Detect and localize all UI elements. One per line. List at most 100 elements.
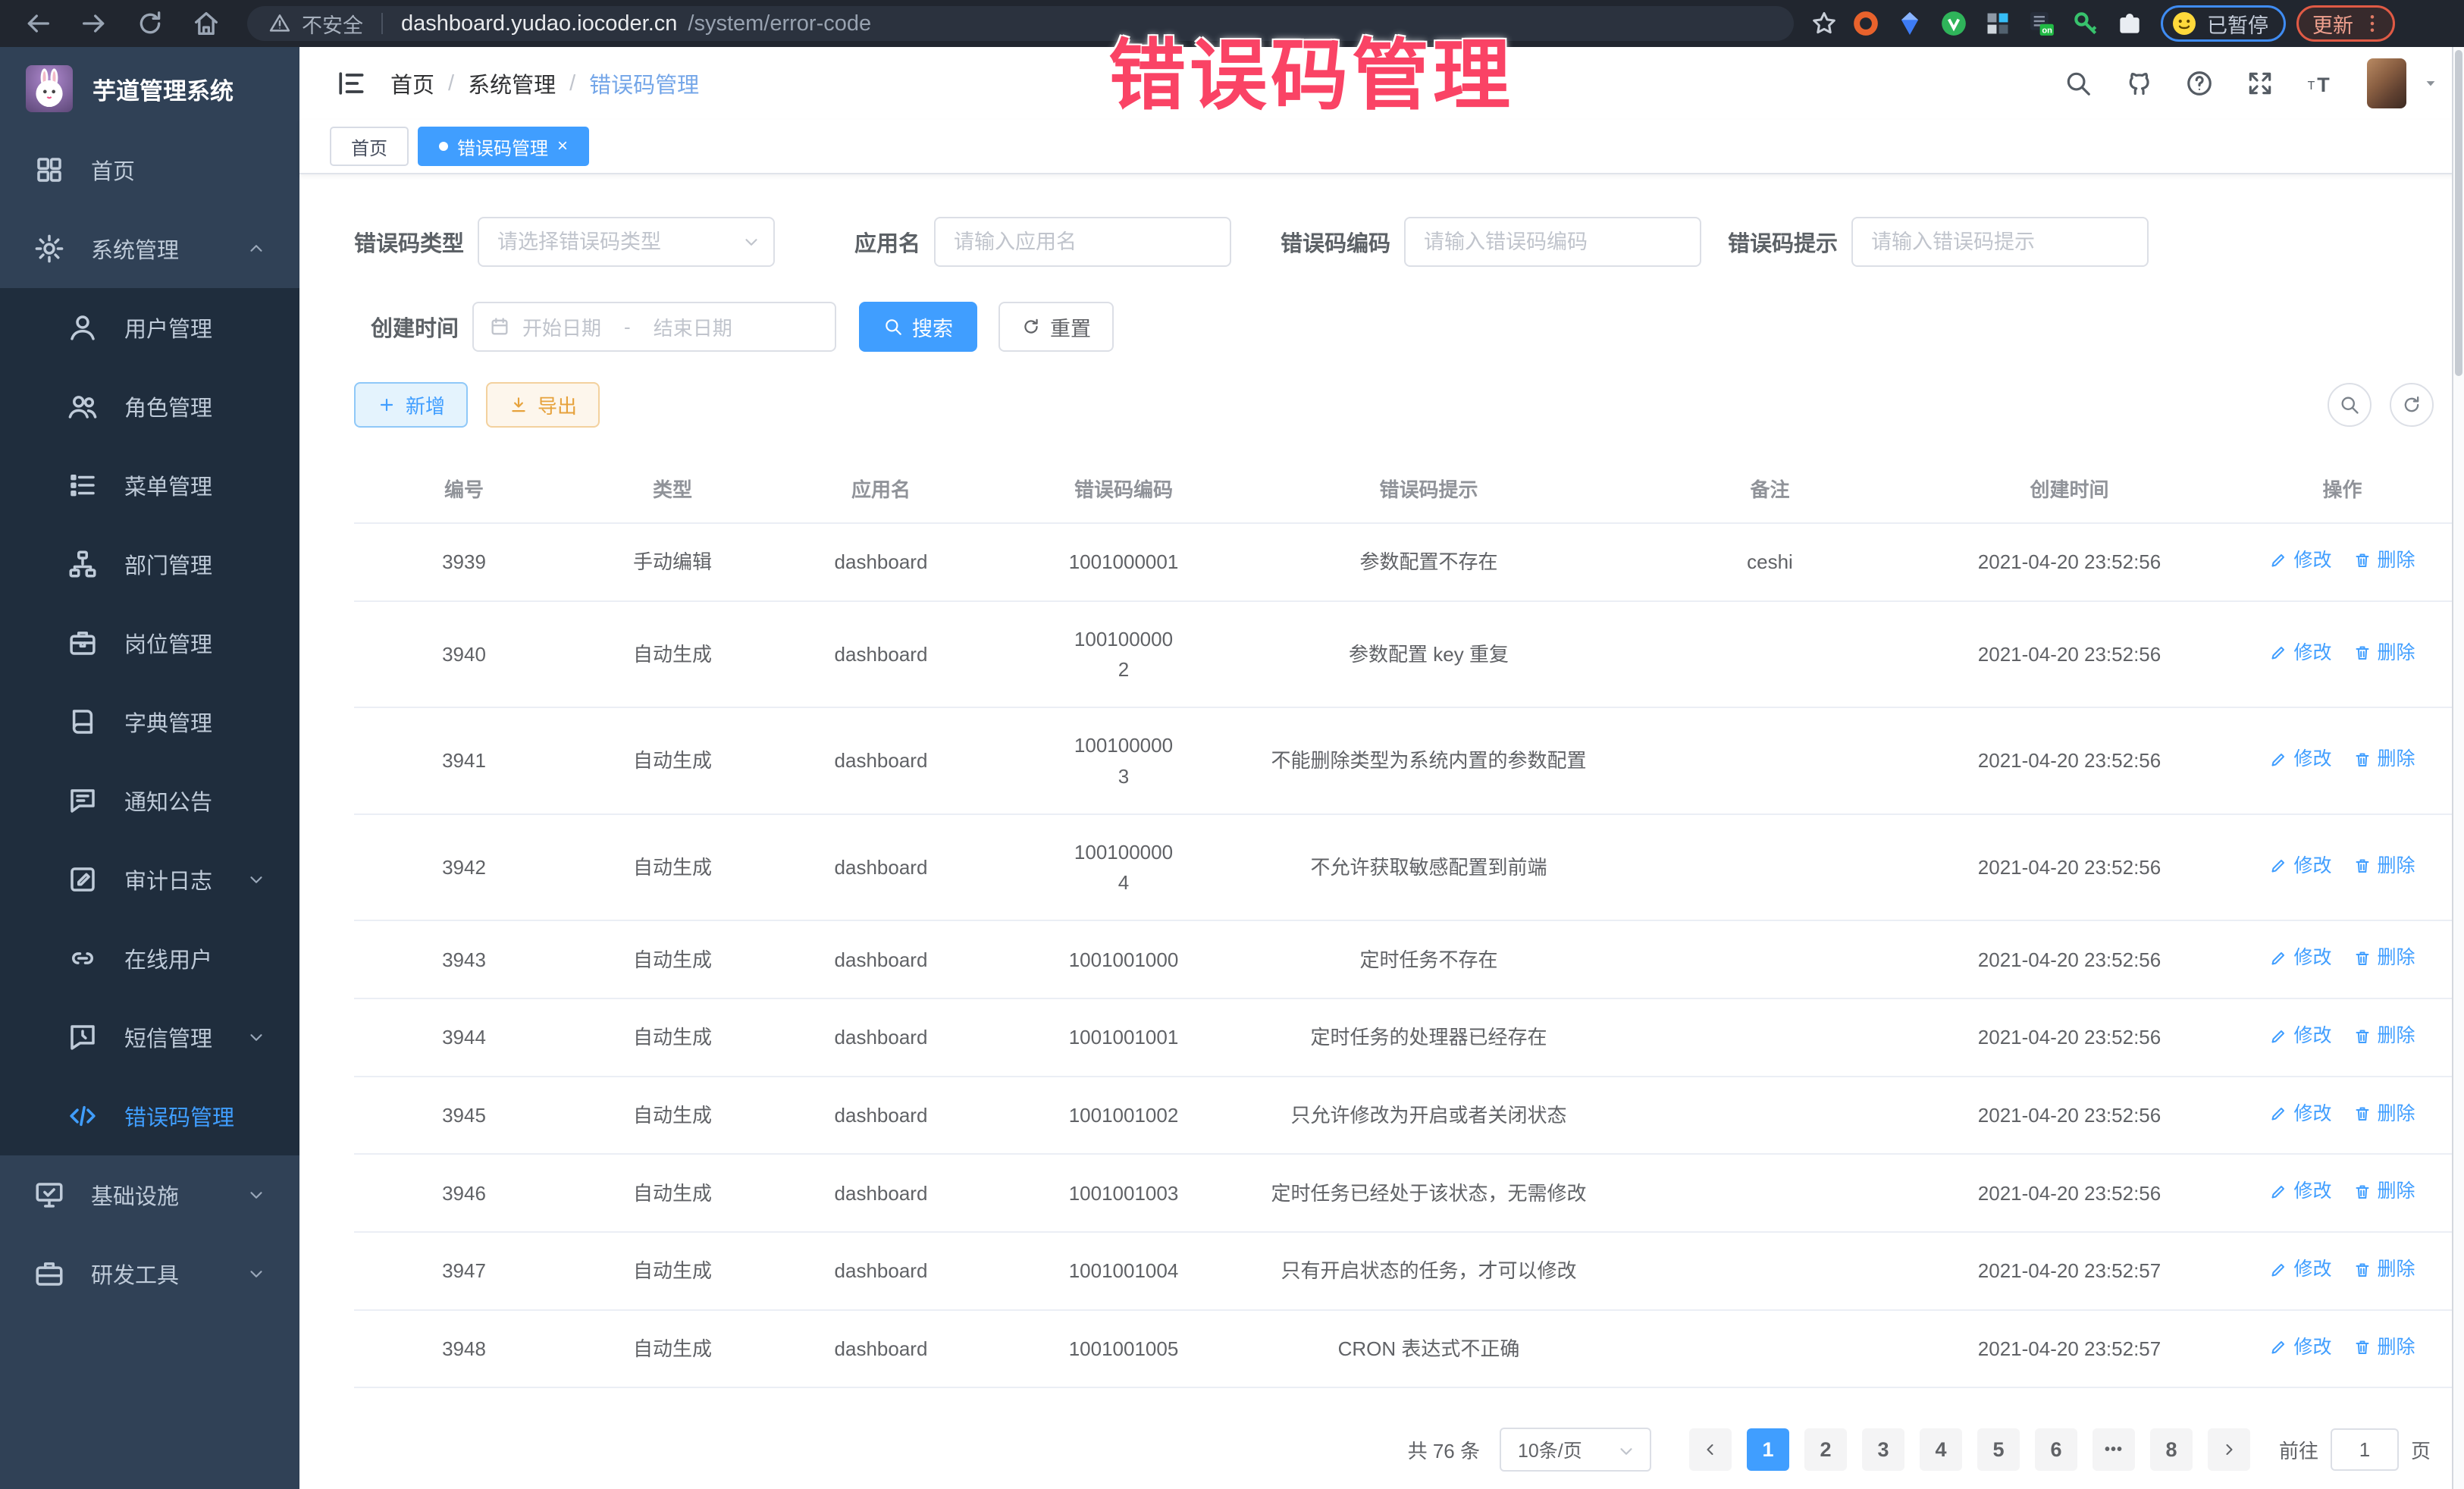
address-bar[interactable]: 不安全 dashboard.yudao.iocoder.cn/system/er… <box>247 6 1794 41</box>
paused-extension-badge[interactable]: 已暂停 <box>2161 5 2286 42</box>
edit-link[interactable]: 修改 <box>2269 1255 2331 1284</box>
edit-link[interactable]: 修改 <box>2269 546 2331 575</box>
cell-memo <box>1601 1310 1939 1388</box>
security-label[interactable]: 不安全 <box>302 9 363 39</box>
page-size-select[interactable]: 10条/页 <box>1500 1428 1651 1472</box>
edit-link[interactable]: 修改 <box>2269 851 2331 881</box>
update-label: 更新 <box>2312 9 2353 39</box>
edit-link[interactable]: 修改 <box>2269 1099 2331 1129</box>
sidebar-item-sms[interactable]: 短信管理 <box>0 998 299 1077</box>
delete-link[interactable]: 删除 <box>2353 851 2415 881</box>
forward-icon[interactable] <box>79 8 109 39</box>
date-start-placeholder[interactable]: 开始日期 <box>522 313 601 341</box>
reset-button[interactable]: 重置 <box>998 302 1114 352</box>
home-icon[interactable] <box>191 8 221 39</box>
bookmark-star-icon[interactable] <box>1810 10 1838 37</box>
edit-link[interactable]: 修改 <box>2269 1333 2331 1362</box>
filter-text-input[interactable] <box>1851 217 2149 267</box>
delete-link[interactable]: 删除 <box>2353 744 2415 774</box>
delete-link[interactable]: 删除 <box>2353 1021 2415 1051</box>
font-size-icon[interactable]: TT <box>2306 69 2335 98</box>
sidebar-item-online[interactable]: 在线用户 <box>0 919 299 998</box>
refresh-icon[interactable] <box>135 8 165 39</box>
prev-page-button[interactable] <box>1689 1428 1732 1471</box>
date-end-placeholder[interactable]: 结束日期 <box>654 313 732 341</box>
refresh-table-button[interactable] <box>2390 383 2434 427</box>
tab-error-code[interactable]: 错误码管理 × <box>418 127 589 166</box>
next-page-button[interactable] <box>2208 1428 2250 1471</box>
help-icon[interactable] <box>2185 69 2214 98</box>
page-button-3[interactable]: 3 <box>1862 1428 1904 1471</box>
github-icon[interactable] <box>2124 69 2153 98</box>
add-button[interactable]: 新增 <box>354 382 468 428</box>
blue-gem-extension-icon[interactable] <box>1895 9 1924 38</box>
green-check-extension-icon[interactable] <box>1939 9 1968 38</box>
proxy-on-extension-icon[interactable]: on <box>2027 9 2056 38</box>
orange-ring-extension-icon[interactable] <box>1851 9 1880 38</box>
delete-link[interactable]: 删除 <box>2353 546 2415 575</box>
sidebar-item-notice[interactable]: 通知公告 <box>0 761 299 840</box>
close-icon[interactable]: × <box>557 137 568 155</box>
delete-link[interactable]: 删除 <box>2353 638 2415 668</box>
chevron-down-icon[interactable] <box>2423 76 2438 91</box>
edit-link[interactable]: 修改 <box>2269 1177 2331 1206</box>
edit-link[interactable]: 修改 <box>2269 638 2331 668</box>
browser-update-button[interactable]: 更新 <box>2296 5 2395 42</box>
show-search-button[interactable] <box>2328 383 2372 427</box>
edit-link[interactable]: 修改 <box>2269 744 2331 774</box>
page-button-1[interactable]: 1 <box>1747 1428 1789 1471</box>
date-range-picker[interactable]: 开始日期 - 结束日期 <box>472 302 836 352</box>
green-key-extension-icon[interactable] <box>2071 9 2100 38</box>
goto-page-input[interactable] <box>2331 1428 2399 1471</box>
sidebar-item-system[interactable]: 系统管理 <box>0 209 299 288</box>
puzzle-extension-icon[interactable] <box>2115 9 2144 38</box>
breadcrumb-home[interactable]: 首页 <box>390 67 434 99</box>
blue-tiles-extension-icon[interactable] <box>1983 9 2012 38</box>
sidebar-item-dict[interactable]: 字典管理 <box>0 682 299 761</box>
cell-app: dashboard <box>771 1232 991 1310</box>
back-icon[interactable] <box>23 8 53 39</box>
export-button[interactable]: 导出 <box>486 382 600 428</box>
delete-link[interactable]: 删除 <box>2353 1099 2415 1129</box>
sidebar-item-home[interactable]: 首页 <box>0 130 299 209</box>
page-button-2[interactable]: 2 <box>1804 1428 1847 1471</box>
error-code-type-select[interactable] <box>478 217 775 267</box>
cell-type: 自动生成 <box>574 814 771 921</box>
goto-label: 前往 <box>2279 1436 2318 1464</box>
filter-text-input[interactable] <box>1404 217 1701 267</box>
sidebar-item-user[interactable]: 用户管理 <box>0 288 299 367</box>
sidebar-item-devtool[interactable]: 研发工具 <box>0 1234 299 1313</box>
sidebar-item-errcode[interactable]: 错误码管理 <box>0 1077 299 1155</box>
scrollbar[interactable] <box>2452 47 2464 1489</box>
page-button-6[interactable]: 6 <box>2035 1428 2077 1471</box>
page-button-5[interactable]: 5 <box>1977 1428 2020 1471</box>
tab-home[interactable]: 首页 <box>330 127 409 166</box>
delete-link[interactable]: 删除 <box>2353 1177 2415 1206</box>
filter-text-input[interactable] <box>934 217 1231 267</box>
sidebar-item-menu[interactable]: 菜单管理 <box>0 446 299 525</box>
sidebar-item-infra[interactable]: 基础设施 <box>0 1155 299 1234</box>
sidebar-item-audit[interactable]: 审计日志 <box>0 840 299 919</box>
search-button[interactable]: 搜索 <box>859 302 977 352</box>
kebab-menu-icon[interactable] <box>2361 12 2384 35</box>
delete-link[interactable]: 删除 <box>2353 1333 2415 1362</box>
scrollbar-thumb[interactable] <box>2455 50 2462 376</box>
logo-row[interactable]: 芋道管理系统 <box>0 47 299 130</box>
fullscreen-icon[interactable] <box>2246 69 2274 98</box>
user-avatar[interactable] <box>2367 58 2406 108</box>
sidebar-item-role[interactable]: 角色管理 <box>0 367 299 446</box>
breadcrumb-system[interactable]: 系统管理 <box>468 67 556 99</box>
sidebar-item-post[interactable]: 岗位管理 <box>0 603 299 682</box>
search-icon[interactable] <box>2064 69 2093 98</box>
page-button-4[interactable]: 4 <box>1920 1428 1962 1471</box>
cell-memo <box>1601 601 1939 708</box>
edit-link[interactable]: 修改 <box>2269 943 2331 973</box>
delete-link[interactable]: 删除 <box>2353 943 2415 973</box>
delete-link[interactable]: 删除 <box>2353 1255 2415 1284</box>
sidebar-item-dept[interactable]: 部门管理 <box>0 525 299 603</box>
main-area: 首页 / 系统管理 / 错误码管理 TT 首页 错误码管 <box>299 47 2464 1489</box>
collapse-menu-icon[interactable] <box>334 67 368 100</box>
page-button-8[interactable]: 8 <box>2150 1428 2193 1471</box>
edit-link[interactable]: 修改 <box>2269 1021 2331 1051</box>
more-pages-button[interactable]: ••• <box>2093 1428 2135 1471</box>
